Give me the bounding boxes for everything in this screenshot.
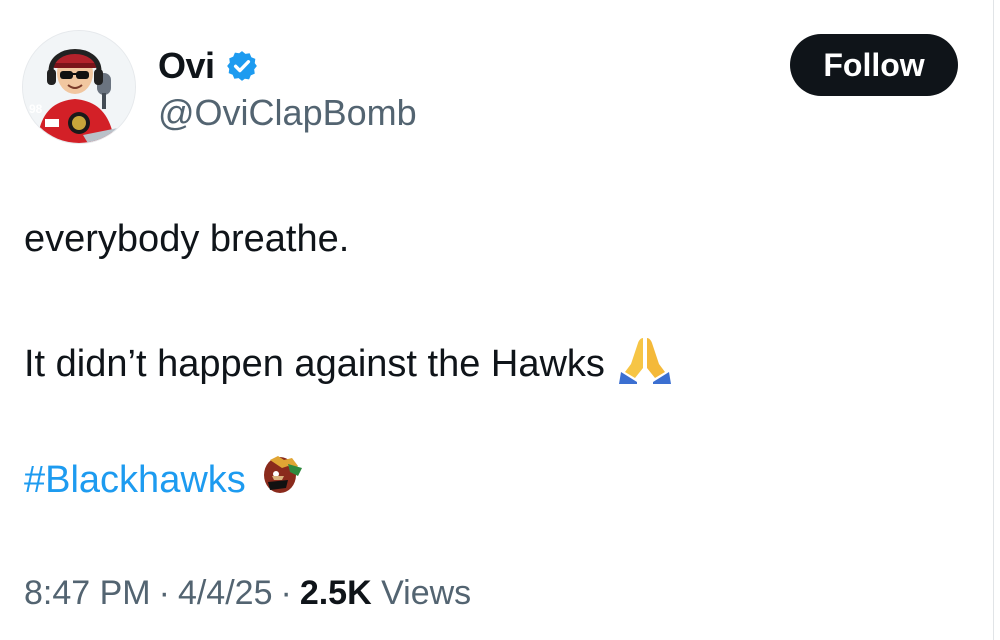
tweet-text-line-1: everybody breathe. bbox=[24, 218, 349, 261]
avatar[interactable]: 98 bbox=[22, 30, 136, 144]
meta-separator: · bbox=[280, 574, 292, 612]
verified-badge-icon bbox=[226, 51, 257, 81]
follow-button[interactable]: Follow bbox=[790, 34, 958, 96]
blackhawks-logo-icon bbox=[258, 454, 304, 506]
tweet-text: everybody breathe. bbox=[24, 218, 350, 260]
author-handle[interactable]: @OviClapBomb bbox=[158, 92, 417, 134]
hashtag-link[interactable]: #Blackhawks bbox=[24, 459, 246, 502]
tweet-meta: 8:47 PM · 4/4/25 · 2.5K Views bbox=[24, 574, 471, 613]
jersey-number: 98 bbox=[29, 102, 43, 116]
views-label[interactable]: Views bbox=[381, 574, 471, 612]
panel-border bbox=[993, 0, 994, 640]
tweet-text-line-2: It didn’t happen against the Hawks bbox=[24, 334, 673, 394]
avatar-cartoon-hockey-fan-icon: 98 bbox=[23, 31, 135, 143]
meta-separator: · bbox=[158, 574, 170, 612]
tweet-text-line-3: #Blackhawks bbox=[24, 454, 304, 506]
tweet-time[interactable]: 8:47 PM bbox=[24, 574, 151, 612]
tweet-date[interactable]: 4/4/25 bbox=[178, 574, 273, 612]
praying-hands-icon bbox=[617, 334, 673, 394]
author-display-name[interactable]: Ovi bbox=[158, 45, 215, 87]
author-name-row: Ovi bbox=[158, 42, 259, 90]
views-count[interactable]: 2.5K bbox=[300, 574, 372, 612]
tweet-text: It didn’t happen against the Hawks bbox=[24, 342, 605, 385]
